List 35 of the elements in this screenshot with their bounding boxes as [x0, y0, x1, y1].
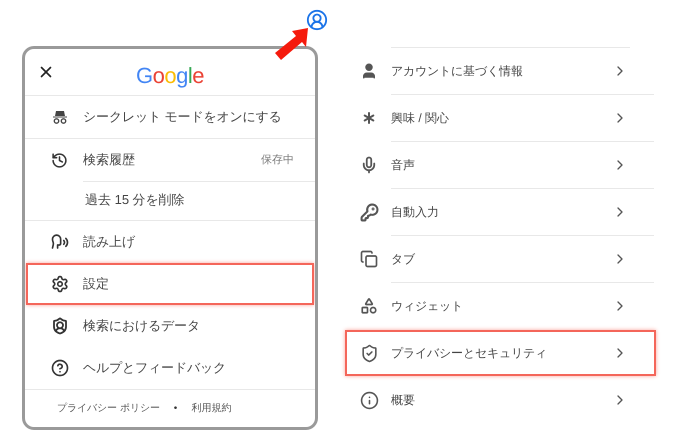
settings-item[interactable]: プライバシーとセキュリティ	[345, 330, 656, 376]
speaking-person-icon	[50, 233, 68, 251]
menu-item[interactable]: 過去 15 分を削除	[25, 182, 315, 220]
key-icon	[360, 202, 378, 222]
settings-item[interactable]: アカウントに基づく情報	[345, 48, 656, 94]
person-icon	[360, 62, 378, 80]
menu-item[interactable]: 検索におけるデータ	[26, 305, 314, 347]
settings-item[interactable]: 自動入力	[345, 189, 656, 235]
shield-check-icon	[360, 344, 378, 362]
privacy-policy-link[interactable]: プライバシー ポリシー	[57, 401, 160, 416]
menu-item[interactable]: シークレット モードをオンにする	[26, 96, 314, 138]
menu-item[interactable]: 読み上げ	[26, 221, 314, 263]
menu-item[interactable]: 設定	[26, 263, 314, 305]
menu-item[interactable]: 検索履歴 保存中	[26, 139, 314, 181]
separator-dot: •	[174, 402, 178, 416]
settings-icon	[50, 275, 68, 293]
status-label: 保存中	[261, 152, 294, 168]
settings-item[interactable]: タブ	[345, 236, 656, 282]
help-icon	[50, 359, 68, 377]
settings-item[interactable]: 概要	[345, 377, 656, 423]
settings-item[interactable]: 音声	[345, 142, 656, 188]
menu-item[interactable]: ヘルプとフィードバック	[26, 347, 314, 389]
settings-item[interactable]: 興味 / 関心	[345, 95, 656, 141]
terms-link[interactable]: 利用規約	[191, 401, 232, 416]
google-logo: Google	[136, 62, 204, 90]
info-icon	[360, 390, 378, 410]
shield-person-icon	[50, 317, 68, 335]
history-icon	[51, 152, 68, 168]
account-icon[interactable]	[306, 9, 328, 31]
widgets-icon	[360, 297, 378, 315]
pointer-arrow	[272, 26, 310, 62]
tabs-icon	[360, 250, 378, 268]
incognito-icon	[52, 110, 68, 124]
microphone-icon	[360, 156, 378, 174]
settings-item[interactable]: ウィジェット	[345, 283, 656, 329]
